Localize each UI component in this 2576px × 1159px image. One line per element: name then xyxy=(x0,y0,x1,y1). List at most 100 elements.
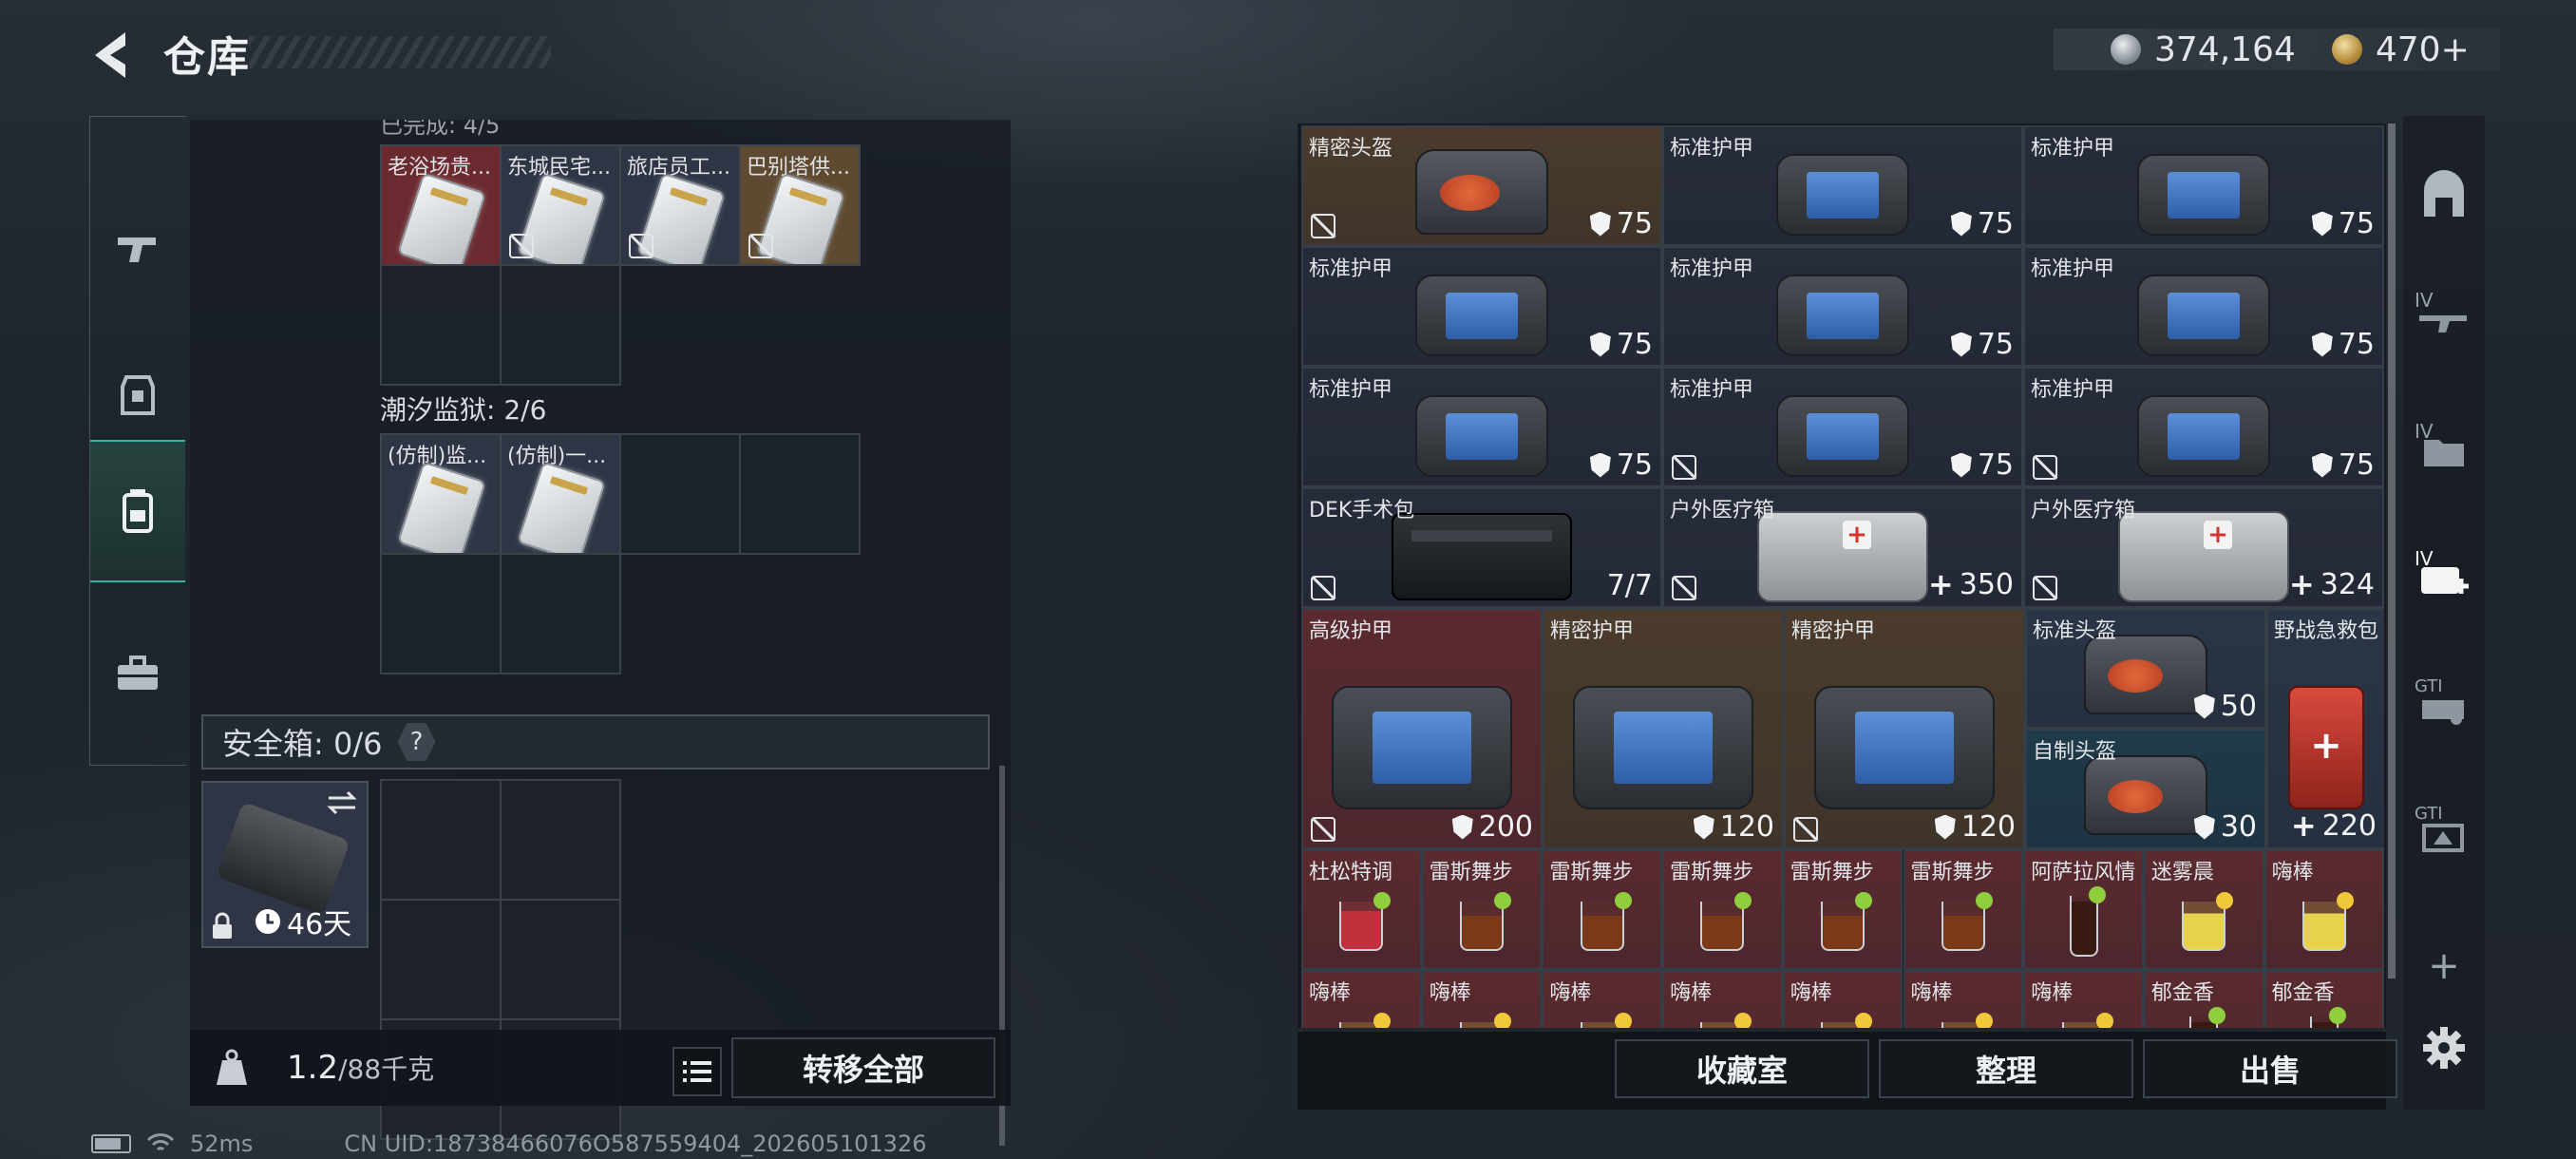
safebox-slot[interactable] xyxy=(380,899,502,1020)
storage-tab-sidebar: IV IV IV GTI GTI + xyxy=(2403,116,2485,1110)
stash-item[interactable]: 嗨棒 xyxy=(1301,970,1422,1028)
stash-item[interactable]: 标准护甲 75 xyxy=(1662,125,2023,246)
status-bar: 52ms CN UID:18738466076O587559404_202605… xyxy=(91,1130,927,1157)
item-name: 户外医疗箱 xyxy=(2031,499,2136,522)
vest-icon xyxy=(121,375,155,415)
stash-item[interactable]: 精密头盔 75 xyxy=(1301,125,1662,246)
empty-slot[interactable] xyxy=(500,264,621,386)
item-name: 嗨棒 xyxy=(1549,981,1592,1005)
stash-item[interactable]: 雷斯舞步 xyxy=(1782,849,1904,970)
item-name: 雷斯舞步 xyxy=(1670,861,1754,884)
stash-item[interactable]: 嗨棒 xyxy=(1542,970,1663,1028)
keycard-item[interactable]: 旅店员工... xyxy=(619,144,741,266)
silver-coin-icon xyxy=(2111,34,2141,65)
cocktail-image xyxy=(1700,1012,1752,1028)
stash-item[interactable]: 嗨棒 xyxy=(2023,970,2144,1028)
stash-item[interactable]: 标准护甲 75 xyxy=(1301,246,1662,367)
item-value: 75 xyxy=(1616,448,1653,482)
weight-icon xyxy=(217,1049,247,1085)
help-icon[interactable]: ? xyxy=(397,723,436,761)
stash-item[interactable]: 标准头盔 50 xyxy=(2025,608,2266,729)
storage-tab-gti-1[interactable]: GTI xyxy=(2411,674,2477,741)
plus-icon: + xyxy=(2428,944,2460,988)
stash-item[interactable]: DEK手术包 7/7 xyxy=(1301,487,1662,608)
safebox-slot[interactable] xyxy=(500,779,621,901)
add-storage-button[interactable]: + xyxy=(2411,933,2477,999)
stash-item[interactable]: 嗨棒 xyxy=(1662,970,1783,1028)
safebox-slot[interactable] xyxy=(500,899,621,1020)
safebox-slot[interactable] xyxy=(380,779,502,901)
tab-toolbox[interactable] xyxy=(90,601,185,744)
empty-slot[interactable] xyxy=(739,433,861,555)
keycard-item[interactable]: 东城民宅... xyxy=(500,144,621,266)
settings-button[interactable] xyxy=(2411,1015,2477,1081)
stash-item[interactable]: 雷斯舞步 xyxy=(1542,849,1663,970)
armor-shield-icon xyxy=(2311,332,2333,357)
keycard-item[interactable]: 老浴场贵... xyxy=(380,144,502,266)
empty-slot[interactable] xyxy=(380,264,502,386)
stash-item[interactable]: 标准护甲 75 xyxy=(1662,367,2023,487)
tab-containers[interactable] xyxy=(90,440,185,582)
empty-slot[interactable] xyxy=(380,553,502,674)
tab-gti-label: GTI xyxy=(2415,676,2443,696)
stash-item[interactable]: 高级护甲 200 xyxy=(1301,608,1543,849)
stash-item[interactable]: 嗨棒 xyxy=(2263,849,2384,970)
stash-item[interactable]: 户外医疗箱 +350 xyxy=(1662,487,2023,608)
stash-item[interactable]: 标准护甲 75 xyxy=(2023,246,2384,367)
stash-item[interactable]: 郁金香 xyxy=(2143,970,2264,1028)
storage-tab-iv-medical[interactable]: IV xyxy=(2411,545,2477,612)
storage-tab-iv-weapons[interactable]: IV xyxy=(2411,287,2477,353)
empty-slot[interactable] xyxy=(500,553,621,674)
stash-item[interactable]: 雷斯舞步 xyxy=(1421,849,1543,970)
keycard-item[interactable]: (仿制)监... xyxy=(380,433,502,555)
keycard-image xyxy=(516,461,607,553)
stash-item[interactable]: 嗨棒 xyxy=(1782,970,1904,1028)
storage-tab-gti-2[interactable]: GTI xyxy=(2411,802,2477,868)
stash-scrollbar-thumb[interactable] xyxy=(2388,124,2396,978)
stash-item[interactable]: 标准护甲 75 xyxy=(1301,367,1662,487)
stash-item[interactable]: 野战急救包 +220 xyxy=(2266,608,2384,849)
sell-button[interactable]: 出售 xyxy=(2143,1039,2397,1098)
stash-item[interactable]: 雷斯舞步 xyxy=(1903,849,2024,970)
stash-item[interactable]: 自制头盔 30 xyxy=(2025,729,2266,849)
stash-item[interactable]: 标准护甲 75 xyxy=(2023,125,2384,246)
cocktail-image xyxy=(1941,1012,1993,1028)
stash-item[interactable]: 杜松特调 xyxy=(1301,849,1422,970)
list-view-button[interactable] xyxy=(672,1047,722,1096)
medical-box-image xyxy=(1757,511,1928,603)
stash-item[interactable]: 嗨棒 xyxy=(1421,970,1543,1028)
keycard-item[interactable]: (仿制)一... xyxy=(500,433,621,555)
currency-display: 374,164 470+ xyxy=(2054,28,2500,70)
stash-item[interactable]: 阿萨拉风情 xyxy=(2023,849,2144,970)
item-name: 户外医疗箱 xyxy=(1670,499,1775,522)
collection-room-button[interactable]: 收藏室 xyxy=(1615,1039,1869,1098)
cocktail-image xyxy=(2301,891,2354,951)
storage-tab-main[interactable] xyxy=(2411,162,2477,228)
empty-slot[interactable] xyxy=(619,433,741,555)
organize-button[interactable]: 整理 xyxy=(1879,1039,2133,1098)
armor-image xyxy=(1776,275,1909,357)
item-name: 标准护甲 xyxy=(1670,257,1754,281)
stash-item[interactable]: 雷斯舞步 xyxy=(1662,849,1783,970)
stash-item[interactable]: 郁金香 xyxy=(2263,970,2384,1028)
top-bar: 仓库 374,164 470+ xyxy=(0,0,2576,104)
stash-item[interactable]: 标准护甲 75 xyxy=(1662,246,2023,367)
safebox-container-item[interactable]: 46天 xyxy=(201,781,369,948)
back-arrow-icon[interactable] xyxy=(87,27,135,84)
item-name: 标准头盔 xyxy=(2033,619,2117,643)
tab-weapons[interactable] xyxy=(90,178,185,320)
stash-item[interactable]: 嗨棒 xyxy=(1903,970,2024,1028)
swap-icon[interactable] xyxy=(325,788,359,817)
storage-tab-iv-docs[interactable]: IV xyxy=(2411,418,2477,484)
currency-gold-value[interactable]: 470+ xyxy=(2376,30,2470,69)
stash-item[interactable]: 精密护甲 120 xyxy=(1543,608,1784,849)
gold-coin-icon xyxy=(2331,34,2362,65)
item-value: 30 xyxy=(2220,810,2257,844)
cocktail-image xyxy=(1460,891,1512,951)
keycard-item[interactable]: 巴别塔供... xyxy=(739,144,861,266)
stash-item[interactable]: 标准护甲 75 xyxy=(2023,367,2384,487)
transfer-all-button[interactable]: 转移全部 xyxy=(731,1037,995,1098)
stash-item[interactable]: 迷雾晨 xyxy=(2143,849,2264,970)
stash-item[interactable]: 户外医疗箱 +324 xyxy=(2023,487,2384,608)
stash-item[interactable]: 精密护甲 120 xyxy=(1784,608,2025,849)
